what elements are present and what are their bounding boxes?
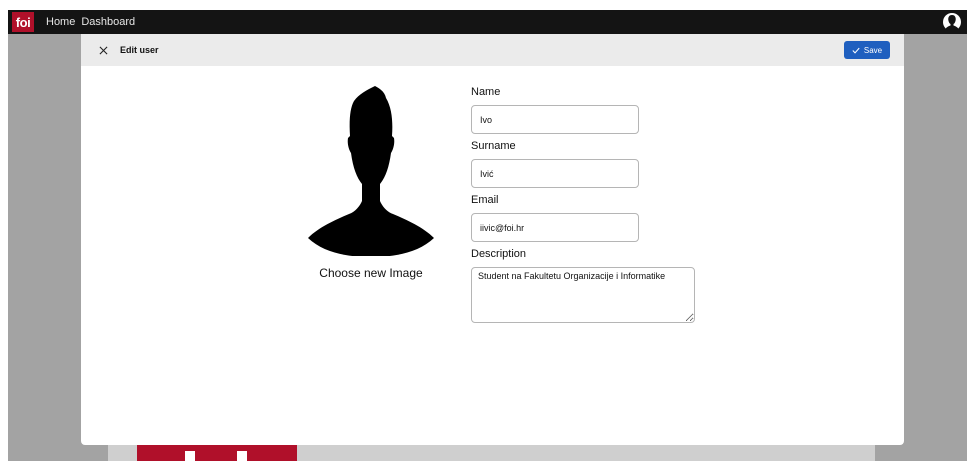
user-profile-icon[interactable] [943, 12, 961, 32]
surname-label: Surname [471, 140, 516, 152]
name-label: Name [471, 86, 501, 98]
nav-link-home[interactable]: Home [46, 16, 75, 28]
profile-silhouette-image[interactable] [307, 86, 435, 256]
save-button-label: Save [863, 45, 883, 55]
edit-user-dialog: Edit user Save Choose new Image Name Sur… [81, 34, 904, 445]
background-foi-logo [137, 445, 297, 461]
foi-logo[interactable]: foi [12, 12, 34, 32]
user-form: Name Surname Email Description Student n… [471, 85, 695, 323]
description-label: Description [471, 248, 527, 260]
save-button[interactable]: Save [844, 41, 890, 59]
description-textarea[interactable]: Student na Fakultetu Organizacije i Info… [471, 267, 695, 323]
name-input[interactable] [471, 105, 639, 134]
nav-link-dashboard[interactable]: Dashboard [81, 16, 135, 28]
close-icon [99, 46, 107, 54]
dialog-title: Edit user [120, 45, 159, 55]
choose-image-button[interactable]: Choose new Image [299, 266, 443, 280]
close-button[interactable] [96, 43, 110, 57]
email-input[interactable] [471, 213, 639, 242]
top-navbar: foi Home Dashboard [8, 10, 967, 34]
check-icon [852, 47, 860, 54]
surname-input[interactable] [471, 159, 639, 188]
email-label: Email [471, 194, 499, 206]
dialog-header: Edit user Save [81, 34, 904, 66]
